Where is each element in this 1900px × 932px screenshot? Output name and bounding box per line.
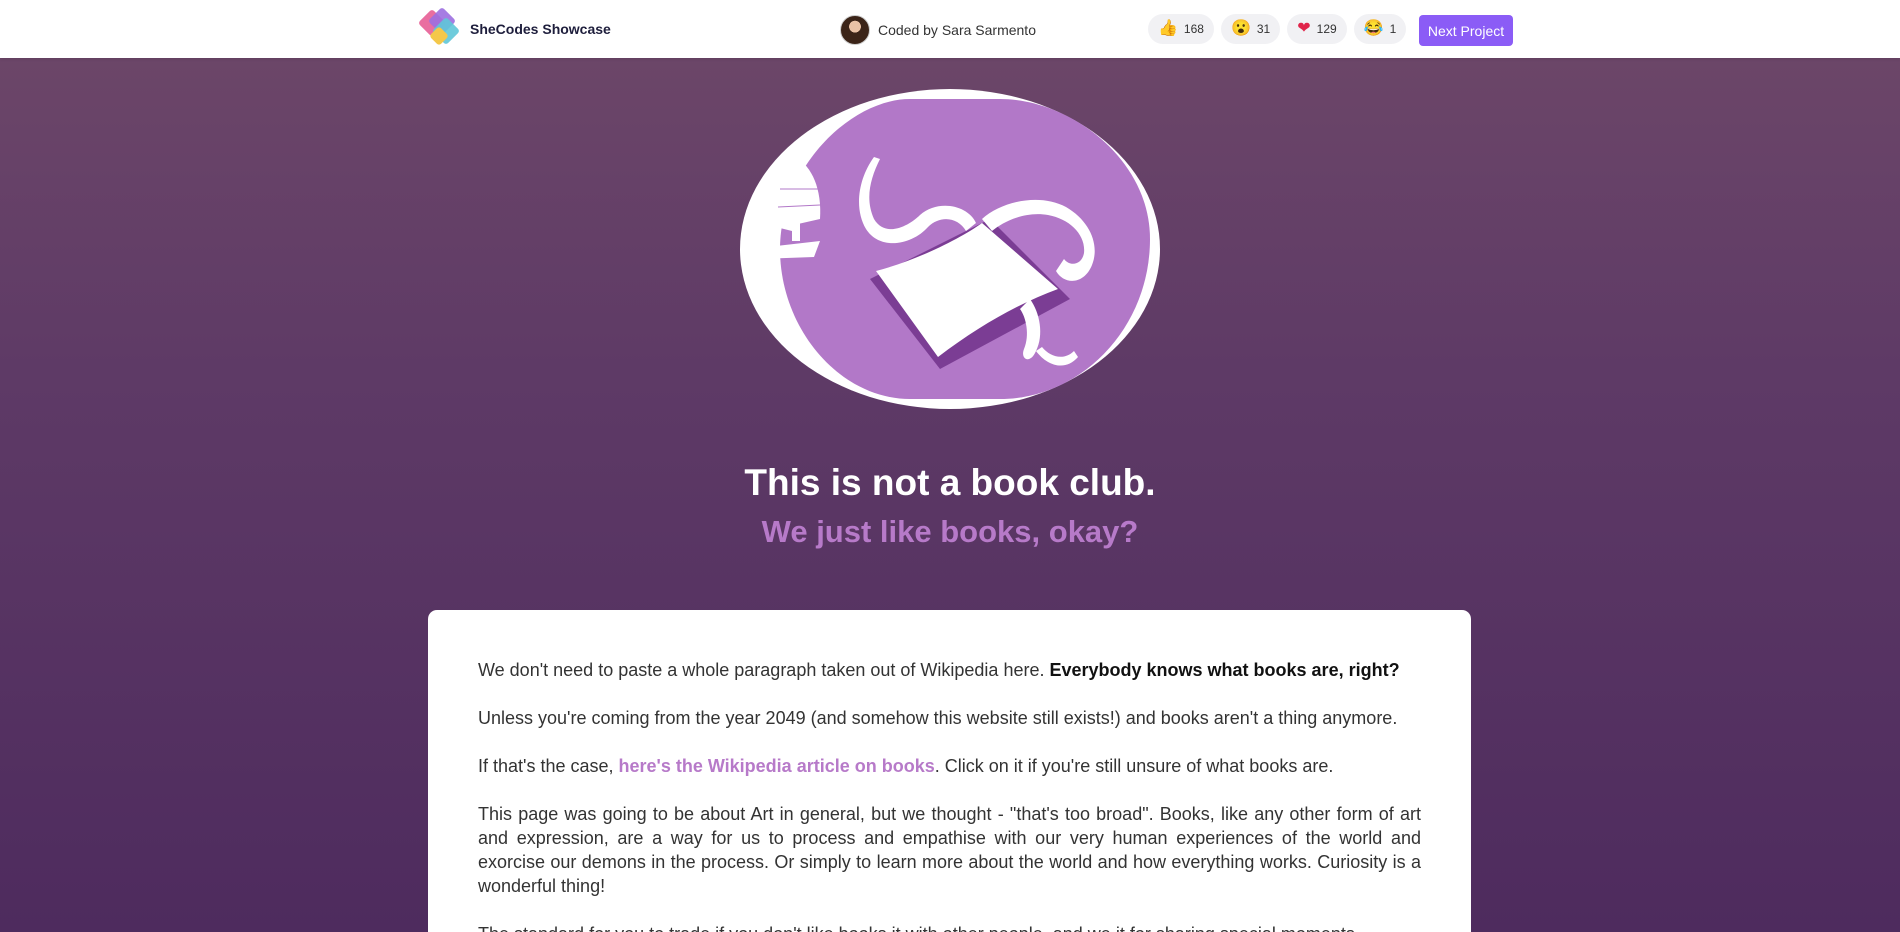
reactions-bar: 👍 168 😮 31 ❤ 129 😂 1	[1148, 14, 1407, 44]
reaction-like-button[interactable]: 👍 168	[1148, 14, 1214, 44]
reaction-wow-button[interactable]: 😮 31	[1220, 14, 1281, 44]
page-subtitle: We just like books, okay?	[761, 514, 1139, 549]
intro-text: We don't need to paste a whole paragraph…	[478, 660, 1050, 680]
coder-credit: Coded by Sara Sarmento	[840, 15, 1036, 45]
reaction-count: 129	[1316, 22, 1337, 36]
page-title: This is not a book club.	[744, 462, 1156, 503]
paragraph-wikipedia: If that's the case, here's the Wikipedia…	[478, 754, 1421, 778]
avatar	[840, 15, 870, 45]
coder-label: Coded by Sara Sarmento	[878, 22, 1036, 38]
top-bar: SheCodes Showcase Coded by Sara Sarmento…	[0, 0, 1900, 58]
reaction-count: 1	[1389, 22, 1397, 36]
reaction-love-button[interactable]: ❤ 129	[1287, 14, 1347, 44]
heart-icon: ❤	[1297, 20, 1311, 37]
reaction-count: 168	[1183, 22, 1204, 36]
paragraph-future: Unless you're coming from the year 2049 …	[478, 708, 1398, 728]
laughing-face-icon: 😂	[1363, 20, 1384, 37]
thumbs-up-icon: 👍	[1158, 20, 1178, 37]
wiki-text-after: . Click on it if you're still unsure of …	[934, 756, 1334, 776]
paragraph-intro: We don't need to paste a whole paragraph…	[478, 658, 1421, 682]
content-card: We don't need to paste a whole paragraph…	[428, 610, 1471, 932]
shecodes-logo-icon	[417, 6, 464, 51]
brand[interactable]: SheCodes Showcase	[417, 6, 611, 51]
wikipedia-link[interactable]: here's the Wikipedia article on books	[619, 756, 935, 776]
reaction-count: 31	[1256, 22, 1271, 36]
paragraph-cutoff: The standard for you to trade if you don…	[478, 922, 1421, 932]
surprised-face-icon: 😮	[1230, 20, 1251, 37]
intro-bold-text: Everybody knows what books are, right?	[1049, 660, 1400, 680]
reaction-laugh-button[interactable]: 😂 1	[1353, 14, 1407, 44]
paragraph-art: This page was going to be about Art in g…	[478, 804, 1421, 896]
wiki-text-before: If that's the case,	[478, 756, 619, 776]
book-club-logo-icon	[740, 89, 1160, 409]
next-project-button[interactable]: Next Project	[1419, 15, 1513, 46]
brand-name: SheCodes Showcase	[470, 21, 611, 37]
